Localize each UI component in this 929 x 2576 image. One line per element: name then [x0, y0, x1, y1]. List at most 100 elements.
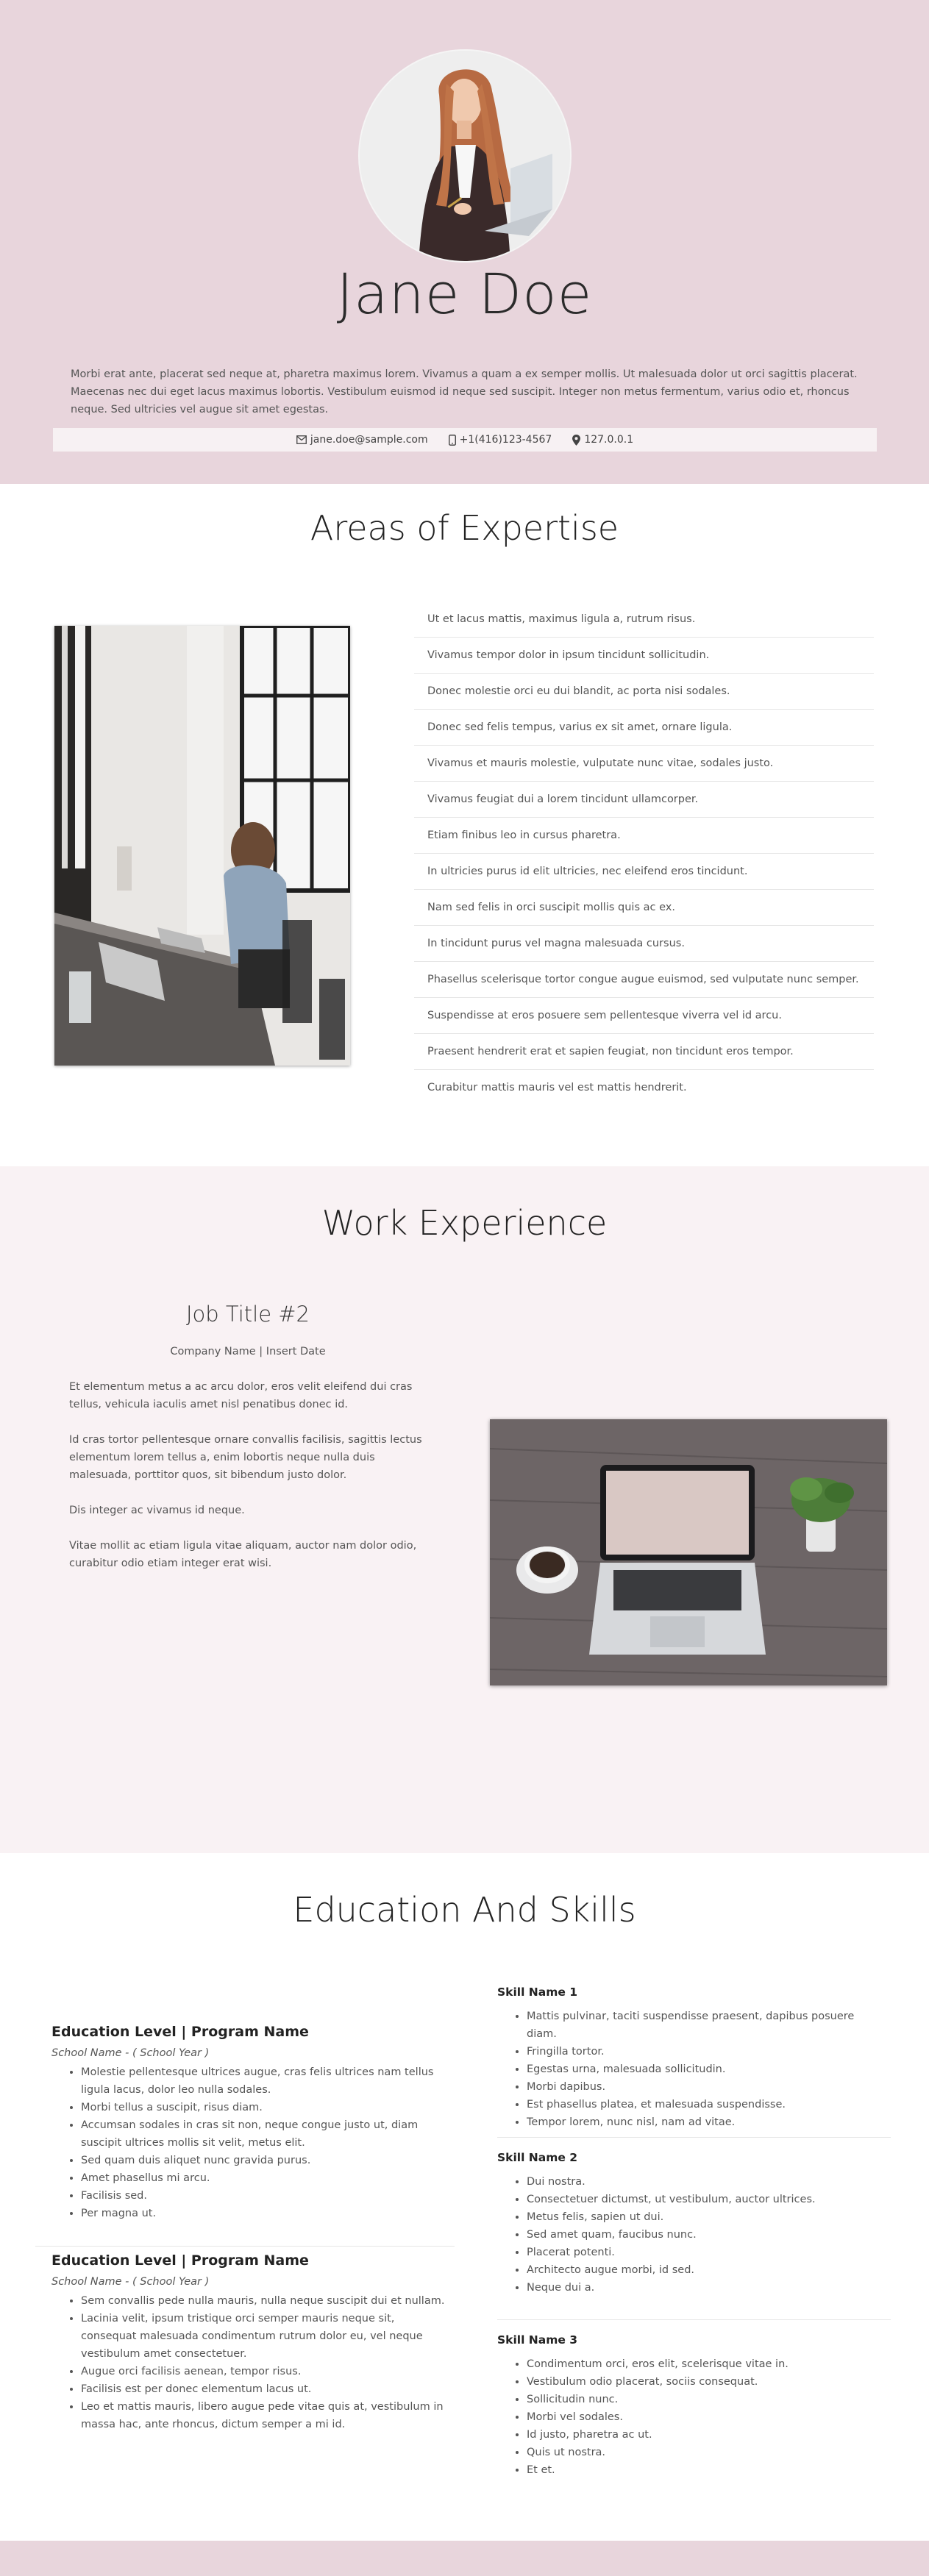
skill-name: Skill Name 1 [497, 1985, 578, 1999]
expertise-item: Donec sed felis tempus, varius ex sit am… [414, 710, 874, 746]
contact-address[interactable]: 127.0.0.1 [572, 434, 633, 446]
profile-avatar [358, 49, 572, 263]
school-name: School Name - ( School Year ) [51, 2276, 210, 2288]
list-item: Vestibulum odio placerat, sociis consequ… [527, 2373, 887, 2391]
expertise-item: In ultricies purus id elit ultricies, ne… [414, 854, 874, 890]
list-item: Augue orci facilisis aenean, tempor risu… [81, 2363, 449, 2380]
education-points: Molestie pellentesque ultrices augue, cr… [51, 2063, 449, 2222]
address-text: 127.0.0.1 [584, 434, 634, 446]
list-item: Amet phasellus mi arcu. [81, 2169, 449, 2187]
list-item: Sed amet quam, faucibus nunc. [527, 2226, 887, 2244]
list-item: Mattis pulvinar, taciti suspendisse prae… [527, 2008, 887, 2043]
person-name: Jane Doe [336, 261, 593, 327]
education-section: Education And Skills Education Level | P… [0, 1853, 929, 2541]
expertise-item: Curabitur mattis mauris vel est mattis h… [427, 1082, 687, 1093]
education-entry: Education Level | Program Name School Na… [51, 2252, 449, 2433]
list-item: Neque dui a. [527, 2279, 887, 2297]
expertise-list: Ut et lacus mattis, maximus ligula a, ru… [414, 602, 874, 1106]
list-item: Condimentum orci, eros elit, scelerisque… [527, 2355, 887, 2373]
divider [497, 2137, 891, 2138]
education-level: Education Level | Program Name [51, 2024, 309, 2040]
skill-items: Mattis pulvinar, taciti suspendisse prae… [497, 2008, 887, 2131]
list-item: Facilisis est per donec elementum lacus … [81, 2380, 449, 2398]
expertise-item: Nam sed felis in orci suscipit mollis qu… [414, 890, 874, 926]
footer [0, 2541, 929, 2576]
expertise-item: Etiam finibus leo in cursus pharetra. [414, 818, 874, 854]
divider [497, 2319, 891, 2320]
list-item: Lacinia velit, ipsum tristique orci semp… [81, 2310, 449, 2363]
job-paragraph: Dis integer ac vivamus id neque. [69, 1505, 245, 1516]
skill-name: Skill Name 3 [497, 2333, 578, 2347]
divider [35, 2246, 455, 2247]
skill-entry: Skill Name 1 Mattis pulvinar, taciti sus… [497, 1985, 887, 2131]
list-item: Morbi tellus a suscipit, risus diam. [81, 2099, 449, 2116]
expertise-item: In tincidunt purus vel magna malesuada c… [414, 926, 874, 962]
list-item: Sollicitudin nunc. [527, 2391, 887, 2408]
office-photo [54, 626, 350, 1066]
list-item: Per magna ut. [81, 2205, 449, 2222]
expertise-item: Praesent hendrerit erat et sapien feugia… [414, 1034, 874, 1070]
list-item: Facilisis sed. [81, 2187, 449, 2205]
skill-items: Condimentum orci, eros elit, scelerisque… [497, 2355, 887, 2479]
list-item: Est phasellus platea, et malesuada suspe… [527, 2096, 887, 2113]
email-text: jane.doe@sample.com [310, 434, 428, 446]
list-item: Sem convallis pede nulla mauris, nulla n… [81, 2292, 449, 2310]
contact-bar: jane.doe@sample.com +1(416)123-4567 127.… [53, 428, 877, 452]
list-item: Id justo, pharetra ac ut. [527, 2426, 887, 2444]
mobile-phone-icon [448, 434, 456, 446]
school-name: School Name - ( School Year ) [51, 2047, 210, 2059]
skill-items: Dui nostra. Consectetuer dictumst, ut ve… [497, 2173, 887, 2297]
job-description: Et elementum metus a ac arcu dolor, eros… [69, 1378, 427, 1590]
expertise-item: Donec molestie orci eu dui blandit, ac p… [414, 674, 874, 710]
expertise-item: Phasellus scelerisque tortor congue augu… [414, 962, 874, 998]
list-item: Morbi dapibus. [527, 2078, 887, 2096]
list-item: Architecto augue morbi, id sed. [527, 2261, 887, 2279]
work-section: Work Experience Job Title #2 Company Nam… [0, 1166, 929, 1853]
section-title-work: Work Experience [321, 1203, 608, 1243]
profile-bio: Morbi erat ante, placerat sed neque at, … [71, 368, 858, 415]
list-item: Dui nostra. [527, 2173, 887, 2191]
expertise-item: Suspendisse at eros posuere sem pellente… [414, 998, 874, 1034]
laptop-on-table-photo [490, 1419, 887, 1685]
list-item: Egestas urna, malesuada sollicitudin. [527, 2061, 887, 2078]
phone-text: +1(416)123-4567 [459, 434, 552, 446]
laptop-photo [490, 1419, 887, 1685]
section-title-education: Education And Skills [293, 1890, 636, 1930]
list-item: Sed quam duis aliquet nunc gravida purus… [81, 2152, 449, 2169]
education-points: Sem convallis pede nulla mauris, nulla n… [51, 2292, 449, 2433]
envelope-icon [296, 435, 307, 444]
job-company: Company Name | Insert Date [170, 1346, 326, 1357]
section-title-expertise: Areas of Expertise [310, 508, 619, 548]
job-paragraph: Et elementum metus a ac arcu dolor, eros… [69, 1381, 413, 1410]
list-item: Et et. [527, 2461, 887, 2479]
expertise-item: Vivamus et mauris molestie, vulputate nu… [414, 746, 874, 782]
list-item: Morbi vel sodales. [527, 2408, 887, 2426]
list-item: Placerat potenti. [527, 2244, 887, 2261]
list-item: Accumsan sodales in cras sit non, neque … [81, 2116, 449, 2152]
job-paragraph: Id cras tortor pellentesque ornare conva… [69, 1434, 422, 1481]
education-entry: Education Level | Program Name School Na… [51, 2024, 449, 2222]
hero-section: Jane Doe Morbi erat ante, placerat sed n… [0, 0, 929, 484]
job-title: Job Title #2 [185, 1302, 310, 1327]
contact-email[interactable]: jane.doe@sample.com [296, 434, 428, 446]
contact-phone[interactable]: +1(416)123-4567 [448, 434, 552, 446]
map-marker-icon [572, 434, 581, 446]
skill-name: Skill Name 2 [497, 2151, 578, 2164]
job-paragraph: Vitae mollit ac etiam ligula vitae aliqu… [69, 1540, 417, 1569]
list-item: Fringilla tortor. [527, 2043, 887, 2061]
list-item: Leo et mattis mauris, libero augue pede … [81, 2398, 449, 2433]
list-item: Consectetuer dictumst, ut vestibulum, au… [527, 2191, 887, 2208]
woman-with-laptop-illustration [360, 51, 570, 261]
list-item: Quis ut nostra. [527, 2444, 887, 2461]
expertise-section: Areas of Expertise Ut et lacus mattis, m… [0, 484, 929, 1166]
list-item: Metus felis, sapien ut dui. [527, 2208, 887, 2226]
list-item: Tempor lorem, nunc nisl, nam ad vitae. [527, 2113, 887, 2131]
skill-entry: Skill Name 2 Dui nostra. Consectetuer di… [497, 2151, 887, 2297]
skill-entry: Skill Name 3 Condimentum orci, eros elit… [497, 2333, 887, 2479]
expertise-item: Ut et lacus mattis, maximus ligula a, ru… [414, 602, 874, 638]
education-level: Education Level | Program Name [51, 2252, 309, 2269]
woman-at-desk-photo [54, 626, 350, 1066]
expertise-item: Vivamus tempor dolor in ipsum tincidunt … [414, 638, 874, 674]
expertise-item: Vivamus feugiat dui a lorem tincidunt ul… [414, 782, 874, 818]
list-item: Molestie pellentesque ultrices augue, cr… [81, 2063, 449, 2099]
